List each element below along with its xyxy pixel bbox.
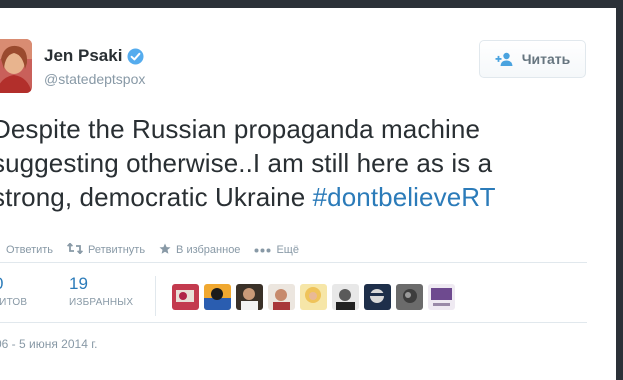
favorites-label: ИЗБРАННЫХ bbox=[69, 297, 134, 308]
hashtag-link[interactable]: #dontbelieveRT bbox=[313, 182, 496, 212]
follow-person-icon bbox=[495, 52, 514, 66]
retweets-stat[interactable]: 0 ТВИТОВ bbox=[0, 274, 27, 308]
favorite-label: В избранное bbox=[176, 244, 241, 256]
favorites-count: 19 bbox=[69, 274, 88, 293]
follow-button[interactable]: Читать bbox=[479, 40, 586, 78]
avatar[interactable] bbox=[364, 284, 391, 310]
avatar[interactable] bbox=[300, 284, 327, 310]
avatar[interactable] bbox=[428, 284, 455, 310]
follow-button-label: Читать bbox=[521, 51, 571, 67]
avatar[interactable] bbox=[396, 284, 423, 310]
avatar[interactable] bbox=[172, 284, 199, 310]
avatar[interactable] bbox=[204, 284, 231, 310]
reply-label: Ответить bbox=[6, 244, 54, 256]
favorites-stat[interactable]: 19 ИЗБРАННЫХ bbox=[69, 274, 133, 308]
tweet-timestamp[interactable]: 06 - 5 июня 2014 г. bbox=[0, 337, 97, 351]
tweet-card: Jen Psaki @statedeptspox Читать Despite … bbox=[0, 8, 616, 380]
stats-separator bbox=[155, 276, 156, 316]
avatar[interactable] bbox=[0, 39, 32, 93]
favoriters-avatars bbox=[172, 284, 460, 310]
retweet-icon bbox=[67, 242, 88, 257]
retweets-label: ТВИТОВ bbox=[0, 297, 28, 308]
divider bbox=[0, 262, 587, 263]
star-icon bbox=[159, 243, 176, 258]
tweet-text-line: suggesting otherwise..I am still here as… bbox=[0, 148, 493, 178]
retweet-button[interactable]: Ретвитнуть bbox=[67, 242, 146, 257]
reply-button[interactable]: Ответить bbox=[0, 244, 53, 257]
avatar[interactable] bbox=[332, 284, 359, 310]
tweet-text-line: strong, democratic Ukraine #dontbelieveR… bbox=[0, 180, 612, 214]
tweet-actions: Ответить Ретвитнуть В избранное Ещё bbox=[0, 242, 313, 258]
verified-badge-icon bbox=[127, 48, 144, 65]
tweet-text-segment: strong, democratic Ukraine bbox=[0, 182, 313, 212]
retweet-label: Ретвитнуть bbox=[88, 244, 146, 256]
author-name[interactable]: Jen Psaki bbox=[44, 46, 122, 66]
author-handle[interactable]: @statedeptspox bbox=[44, 71, 145, 87]
favorite-button[interactable]: В избранное bbox=[159, 243, 240, 258]
retweets-count: 0 bbox=[0, 274, 27, 294]
tweet-text: Despite the Russian propaganda machine s… bbox=[0, 112, 612, 214]
author-name-row[interactable]: Jen Psaki bbox=[44, 45, 144, 67]
more-label: Ещё bbox=[276, 244, 299, 256]
avatar[interactable] bbox=[236, 284, 263, 310]
divider bbox=[0, 322, 587, 323]
more-button[interactable]: Ещё bbox=[254, 244, 299, 256]
tweet-text-line: Despite the Russian propaganda machine bbox=[0, 114, 480, 144]
more-dots-icon bbox=[254, 244, 276, 256]
avatar[interactable] bbox=[268, 284, 295, 310]
